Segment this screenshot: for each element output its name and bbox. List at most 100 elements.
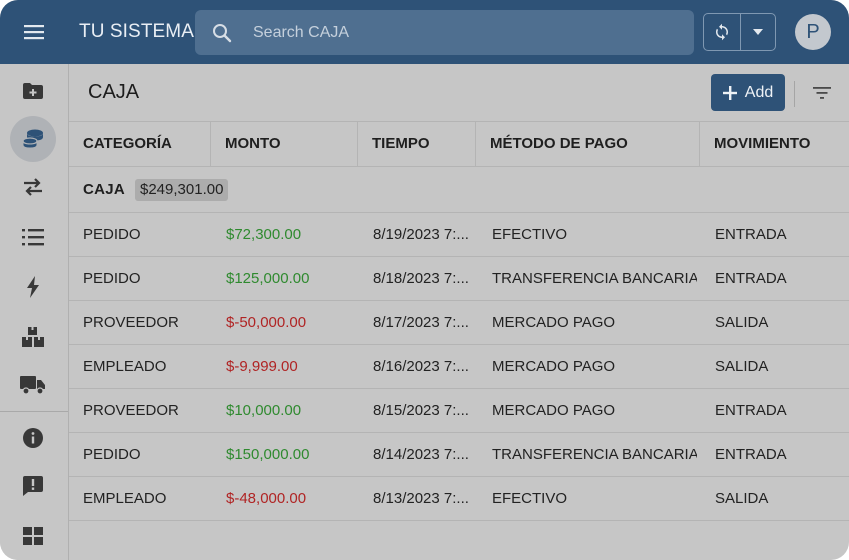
cell-metodo-de-pago: MERCADO PAGO	[492, 402, 616, 419]
sidebar-item-shipping[interactable]	[8, 363, 58, 407]
cell-categoria: EMPLEADO	[83, 490, 167, 507]
column-header-categoria[interactable]: CATEGORÍA	[83, 122, 172, 166]
cell-monto: $10,000.00	[226, 402, 302, 419]
search-icon	[213, 24, 232, 43]
table-body: PEDIDO $72,300.00 8/19/2023 7:... EFECTIVO E…	[69, 213, 849, 521]
lightning-icon	[27, 276, 39, 298]
cell-metodo-de-pago: EFECTIVO	[492, 226, 568, 243]
cell-metodo-de-pago: MERCADO PAGO	[492, 358, 616, 375]
table-row[interactable]: PROVEEDOR $10,000.00 8/15/2023 7:... MERCAD…	[69, 389, 849, 433]
column-header-monto[interactable]: MONTO	[225, 122, 281, 166]
table-row[interactable]: EMPLEADO $-48,000.00 8/13/2023 7:... EFECTI…	[69, 477, 849, 521]
table-header: CATEGORÍA MONTO TIEMPO MÉTODO DE PAGO MO…	[69, 121, 849, 167]
cell-movimiento: ENTRADA	[715, 226, 787, 243]
cell-categoria: PEDIDO	[83, 226, 141, 243]
cell-tiempo: 8/15/2023 7:...	[373, 402, 469, 419]
caret-down-icon	[753, 29, 763, 35]
cell-tiempo: 8/13/2023 7:...	[373, 490, 469, 507]
folder-plus-icon	[23, 83, 43, 99]
column-header-tiempo[interactable]: TIEMPO	[372, 122, 430, 166]
column-header-movimiento[interactable]: MOVIMIENTO	[714, 122, 810, 166]
sidebar-item-dashboard[interactable]	[8, 514, 58, 558]
cell-movimiento: SALIDA	[715, 358, 769, 375]
list-icon	[22, 229, 44, 246]
cell-movimiento: ENTRADA	[715, 446, 787, 463]
table-row[interactable]: PEDIDO $150,000.00 8/14/2023 7:... TRANSFER…	[69, 433, 849, 477]
sidebar-item-caja[interactable]	[8, 116, 58, 162]
cell-categoria: PEDIDO	[83, 446, 141, 463]
cell-metodo-de-pago: EFECTIVO	[492, 490, 568, 507]
table-row[interactable]: EMPLEADO $-9,999.00 8/16/2023 7:... MERCADO…	[69, 345, 849, 389]
column-divider	[699, 122, 700, 166]
cell-monto: $-9,999.00	[226, 358, 298, 375]
user-avatar[interactable]: P	[795, 14, 831, 50]
search-bar[interactable]	[195, 10, 694, 55]
add-button[interactable]: Add	[711, 74, 785, 111]
column-divider	[357, 122, 358, 166]
sync-split-button	[703, 13, 776, 51]
info-icon	[23, 428, 43, 448]
cell-tiempo: 8/16/2023 7:...	[373, 358, 469, 375]
sidebar-item-feedback[interactable]	[8, 464, 58, 508]
sidebar-item-list[interactable]	[8, 215, 58, 259]
cell-categoria: EMPLEADO	[83, 358, 167, 375]
sync-icon	[716, 23, 728, 41]
filter-icon	[813, 87, 831, 99]
group-label: CAJA	[83, 181, 126, 198]
boxes-icon	[22, 327, 44, 347]
cell-tiempo: 8/19/2023 7:...	[373, 226, 469, 243]
cell-categoria: PEDIDO	[83, 270, 141, 287]
filter-button[interactable]	[809, 82, 835, 104]
plus-icon	[722, 85, 737, 100]
sidebar-item-inventory[interactable]	[8, 315, 58, 359]
sidebar-item-new-folder[interactable]	[8, 69, 58, 113]
cell-movimiento: SALIDA	[715, 314, 769, 331]
cell-metodo-de-pago: MERCADO PAGO	[492, 314, 616, 331]
cell-metodo-de-pago: TRANSFERENCIA BANCARIA	[492, 446, 697, 463]
search-input[interactable]	[253, 10, 673, 55]
top-app-bar: TU SISTEMA P	[0, 0, 849, 64]
sidebar-divider	[0, 411, 68, 412]
toolbar-divider	[794, 81, 795, 107]
sidebar-item-actions[interactable]	[8, 265, 58, 309]
transfer-arrows-icon	[24, 178, 42, 196]
cell-monto: $150,000.00	[226, 446, 310, 463]
cell-movimiento: ENTRADA	[715, 270, 787, 287]
main-content: CAJA Add CATEGORÍA MONTO TIEMPO MÉTODO D…	[69, 64, 849, 560]
column-divider	[475, 122, 476, 166]
cell-categoria: PROVEEDOR	[83, 402, 179, 419]
dashboard-grid-icon	[23, 527, 43, 545]
cell-movimiento: SALIDA	[715, 490, 769, 507]
cell-tiempo: 8/17/2023 7:...	[373, 314, 469, 331]
table-row[interactable]: PEDIDO $125,000.00 8/18/2023 7:... TRANSFER…	[69, 257, 849, 301]
cell-monto: $-48,000.00	[226, 490, 307, 507]
sync-button[interactable]	[704, 14, 741, 50]
caja-table: CATEGORÍA MONTO TIEMPO MÉTODO DE PAGO MO…	[69, 121, 849, 521]
hamburger-menu-icon	[24, 25, 44, 40]
menu-button[interactable]	[14, 16, 54, 48]
cell-monto: $72,300.00	[226, 226, 302, 243]
page-title: CAJA	[88, 81, 140, 103]
sync-options-dropdown[interactable]	[741, 14, 775, 50]
sidebar-item-info[interactable]	[8, 416, 58, 460]
column-header-metodo-de-pago[interactable]: MÉTODO DE PAGO	[490, 122, 628, 166]
cell-movimiento: ENTRADA	[715, 402, 787, 419]
cell-tiempo: 8/14/2023 7:...	[373, 446, 469, 463]
sidebar	[0, 64, 69, 560]
sidebar-active-indicator	[10, 116, 56, 162]
truck-icon	[20, 376, 45, 395]
sidebar-item-transfers[interactable]	[8, 165, 58, 209]
feedback-icon	[23, 476, 43, 496]
group-row-caja[interactable]: CAJA $249,301.00	[69, 167, 849, 213]
add-button-label: Add	[744, 83, 774, 101]
app-window: TU SISTEMA P	[0, 0, 849, 560]
coins-icon	[22, 129, 43, 149]
cell-categoria: PROVEEDOR	[83, 314, 179, 331]
table-row[interactable]: PROVEEDOR $-50,000.00 8/17/2023 7:... MERCA…	[69, 301, 849, 345]
cell-monto: $125,000.00	[226, 270, 310, 287]
app-title: TU SISTEMA	[79, 21, 195, 42]
cell-monto: $-50,000.00	[226, 314, 307, 331]
group-total-badge: $249,301.00	[135, 179, 229, 201]
table-row[interactable]: PEDIDO $72,300.00 8/19/2023 7:... EFECTIVO E…	[69, 213, 849, 257]
column-divider	[210, 122, 211, 166]
